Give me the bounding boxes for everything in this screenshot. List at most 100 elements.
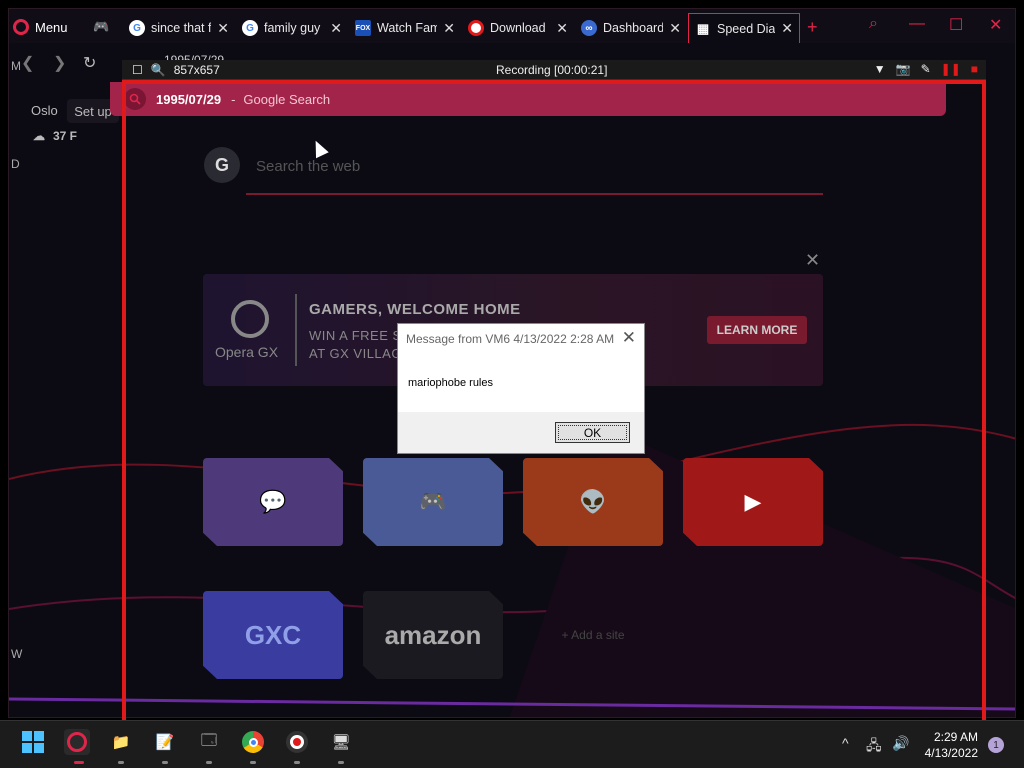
edge-letter: W xyxy=(11,647,23,661)
maximize-button[interactable]: ☐ xyxy=(949,15,963,35)
pause-icon[interactable]: ❚❚ xyxy=(941,62,961,76)
add-site-button[interactable]: + Add a site xyxy=(523,591,663,679)
taskbar: 📁 📝 🗔 🖥 ^ 🖧 🔊 2:29 AM 4/13/2022 1 xyxy=(0,720,1024,768)
terminal-app-icon[interactable]: 🖥 xyxy=(328,729,354,755)
search-underline xyxy=(246,193,823,195)
close-icon[interactable]: ✕ xyxy=(443,20,455,37)
desktop: Menu 🎮 G since that f ✕ G family guy ✕ F… xyxy=(0,0,1024,768)
active-indicator xyxy=(74,761,84,764)
promo-line-1: WIN A FREE S xyxy=(309,328,402,343)
tab-speed-dial[interactable]: ▦ Speed Dial ✕ xyxy=(688,13,800,43)
close-icon[interactable]: ✕ xyxy=(781,20,793,37)
tab-5[interactable]: ∞ Dashboard ✕ xyxy=(575,13,687,43)
dropdown-icon[interactable]: ▼ xyxy=(874,62,886,76)
start-button[interactable] xyxy=(20,729,46,755)
speed-dial-twitch[interactable]: 💬 xyxy=(203,458,343,546)
opera-menu-button[interactable]: Menu xyxy=(13,15,68,39)
speed-dial-amazon[interactable]: amazon xyxy=(363,591,503,679)
zoom-icon[interactable]: 🔍 xyxy=(151,63,166,77)
reload-button[interactable]: ↻ xyxy=(83,53,96,73)
tab-label: Download xyxy=(490,21,546,35)
cloud-rain-icon: ☁ xyxy=(33,129,45,143)
network-icon[interactable]: 🖧 xyxy=(866,735,882,759)
close-icon[interactable]: ✕ xyxy=(217,20,229,37)
learn-more-button[interactable]: LEARN MORE xyxy=(707,316,807,344)
google-icon: G xyxy=(129,20,145,36)
tab-2[interactable]: G family guy ✕ xyxy=(236,13,348,43)
menu-label: Menu xyxy=(35,19,68,35)
dialog-title: Message from VM6 4/13/2022 2:28 AM xyxy=(406,332,615,346)
forward-button[interactable]: ❯ xyxy=(53,53,66,73)
promo-logo-text: Opera GX xyxy=(215,344,279,360)
tab-4[interactable]: Download ✕ xyxy=(462,13,574,43)
close-icon[interactable]: ✕ xyxy=(556,20,568,37)
speed-dial-discord[interactable]: 🎮 xyxy=(363,458,503,546)
ok-button[interactable]: OK xyxy=(555,422,630,443)
record-icon xyxy=(468,20,484,36)
fox-icon: FOX xyxy=(355,20,371,36)
file-explorer-icon[interactable]: 📁 xyxy=(108,729,134,755)
close-window-button[interactable]: ✕ xyxy=(989,15,1002,35)
tab-label: Watch Fam xyxy=(377,21,438,35)
recorder-toolbar: ☐ 🔍 857x657 Recording [00:00:21] ▼ 📷 ✎ ❚… xyxy=(122,60,986,80)
speed-dial-youtube[interactable]: ▶ xyxy=(683,458,823,546)
promo-title: GAMERS, WELCOME HOME xyxy=(309,301,521,318)
running-indicator xyxy=(294,761,300,764)
clock-time: 2:29 AM xyxy=(933,730,978,744)
window-app-icon[interactable]: 🗔 xyxy=(196,729,222,755)
notepad-icon[interactable]: 📝 xyxy=(152,729,178,755)
message-dialog: Message from VM6 4/13/2022 2:28 AM ✕ mar… xyxy=(397,323,645,454)
running-indicator xyxy=(162,761,168,764)
window-icon[interactable]: ☐ xyxy=(132,63,143,77)
dialog-message: mariophobe rules xyxy=(408,377,493,389)
promo-close-icon[interactable]: ✕ xyxy=(805,250,820,271)
opera-gx-logo-icon xyxy=(231,300,269,338)
dialog-close-icon[interactable]: ✕ xyxy=(622,328,636,348)
camera-icon[interactable]: 📷 xyxy=(896,62,911,76)
weather-temperature: ☁ 37 F xyxy=(33,129,77,143)
minimize-button[interactable]: — xyxy=(909,15,925,33)
search-tabs-icon[interactable]: ⌕ xyxy=(869,15,878,33)
recorder-title: Recording [00:00:21] xyxy=(496,63,608,77)
search-suggestion[interactable]: 1995/07/29 - Google Search xyxy=(110,82,946,116)
suggestion-separator: - xyxy=(231,91,236,107)
search-input[interactable] xyxy=(256,156,816,176)
discord-icon: 🎮 xyxy=(419,489,447,514)
clock[interactable]: 2:29 AM 4/13/2022 xyxy=(925,729,978,761)
promo-divider xyxy=(295,294,297,366)
notification-badge[interactable]: 1 xyxy=(988,737,1004,753)
close-icon[interactable]: ✕ xyxy=(669,20,681,37)
new-tab-button[interactable]: + xyxy=(807,17,818,38)
edge-letter: D xyxy=(11,157,20,171)
chrome-icon[interactable] xyxy=(240,729,266,755)
running-indicator xyxy=(206,761,212,764)
volume-icon[interactable]: 🔊 xyxy=(892,735,909,752)
tab-3[interactable]: FOX Watch Fam ✕ xyxy=(349,13,461,43)
back-button[interactable]: ❮ xyxy=(21,53,34,73)
running-indicator xyxy=(338,761,344,764)
running-indicator xyxy=(250,761,256,764)
pen-icon[interactable]: ✎ xyxy=(921,62,931,76)
tab-bar: Menu 🎮 G since that f ✕ G family guy ✕ F… xyxy=(9,9,1015,43)
stop-icon[interactable]: ■ xyxy=(971,62,978,76)
recorder-app-icon[interactable] xyxy=(284,729,310,755)
tab-label: Speed Dial xyxy=(717,21,776,36)
recorder-controls: ▼ 📷 ✎ ❚❚ ■ xyxy=(874,62,978,76)
tab-1[interactable]: G since that f ✕ xyxy=(123,13,235,43)
tab-label: family guy xyxy=(264,21,321,35)
tab-label: since that f xyxy=(151,21,212,35)
tray-chevron-icon[interactable]: ^ xyxy=(842,735,849,751)
search-icon xyxy=(124,88,146,110)
gx-control-icon[interactable]: 🎮 xyxy=(93,19,109,35)
recorder-size: ☐ 🔍 857x657 xyxy=(132,63,220,77)
speed-dial-gxc[interactable]: GXC xyxy=(203,591,343,679)
clock-date: 4/13/2022 xyxy=(924,746,978,760)
speed-dial-reddit[interactable]: 👽 xyxy=(523,458,663,546)
recorder-dimensions: 857x657 xyxy=(173,63,220,77)
close-icon[interactable]: ✕ xyxy=(330,20,342,37)
running-indicator xyxy=(118,761,124,764)
amazon-label: amazon xyxy=(384,619,482,650)
weather-city: Oslo xyxy=(31,103,58,118)
opera-gx-taskbar-icon[interactable] xyxy=(64,729,90,755)
dialog-footer: OK xyxy=(398,412,644,453)
